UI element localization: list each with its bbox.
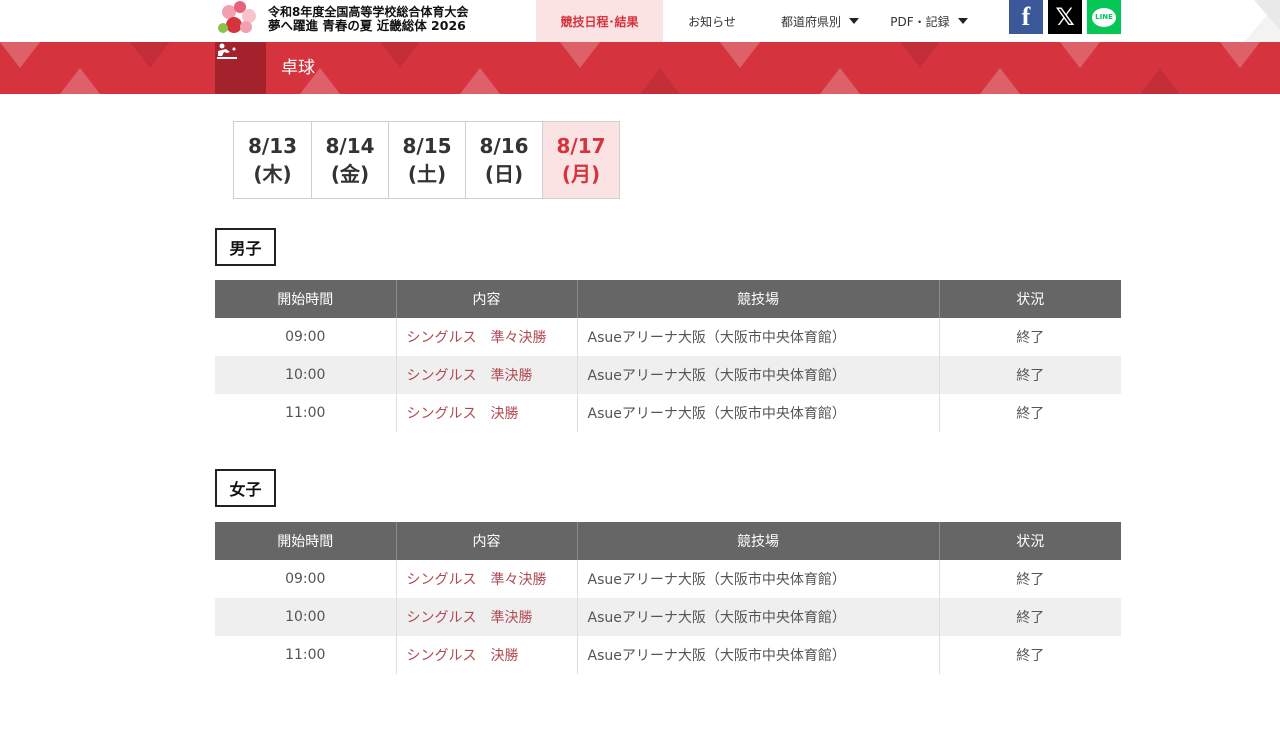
nav-label: 競技日程･結果 (560, 14, 639, 29)
nav-label: お知らせ (688, 14, 736, 29)
date-tabs: 8/13 (木) 8/14 (金) 8/15 (土) 8/16 (日) 8/17… (233, 121, 620, 199)
cell-time: 09:00 (285, 329, 326, 345)
cell-venue: Asueアリーナ大阪（大阪市中央体育館） (576, 636, 939, 674)
date-tab-date: 8/16 (479, 134, 529, 158)
col-header-time: 開始時間 (215, 280, 396, 318)
date-tab-0814[interactable]: 8/14 (金) (311, 122, 388, 198)
date-tab-date: 8/15 (402, 134, 452, 158)
date-tab-0817[interactable]: 8/17 (月) (542, 122, 619, 198)
sport-banner: 卓球 (0, 42, 1280, 94)
cell-event: シングルス 準決勝 (395, 598, 577, 636)
nav-schedule-results[interactable]: 競技日程･結果 (536, 0, 663, 42)
table-row: 10:00 シングルス 準決勝 Asueアリーナ大阪（大阪市中央体育館） 終了 (215, 598, 1121, 636)
cell-status: 終了 (938, 598, 1121, 636)
cell-status: 終了 (938, 636, 1121, 674)
date-tab-day: (金) (330, 162, 370, 186)
table-header-row: 開始時間 内容 競技場 状況 (215, 522, 1121, 560)
cell-event: シングルス 決勝 (395, 394, 577, 432)
cell-event: シングルス 準決勝 (395, 356, 577, 394)
event-link[interactable]: シングルス 準決勝 (407, 610, 533, 626)
nav-label: 都道府県別 (780, 14, 841, 29)
table-row: 09:00 シングルス 準々決勝 Asueアリーナ大阪（大阪市中央体育館） 終了 (215, 560, 1121, 598)
col-header-venue: 競技場 (576, 522, 939, 560)
event-link[interactable]: シングルス 決勝 (407, 406, 519, 422)
caret-down-icon (849, 18, 859, 24)
table-row: 11:00 シングルス 決勝 Asueアリーナ大阪（大阪市中央体育館） 終了 (215, 636, 1121, 674)
site-header: 令和8年度全国高等学校総合体育大会 夢へ躍進 青春の夏 近畿総体 2026 競技… (0, 0, 1280, 42)
nav-pdf-records[interactable]: PDF・記録 (879, 0, 979, 42)
section-label-women: 女子 (215, 469, 276, 507)
col-header-time: 開始時間 (215, 522, 396, 560)
date-tab-date: 8/14 (325, 134, 375, 158)
date-tab-day: (月) (561, 162, 601, 186)
cell-status: 終了 (938, 318, 1121, 356)
logo-title: 令和8年度全国高等学校総合体育大会 (268, 5, 469, 19)
date-tab-0816[interactable]: 8/16 (日) (465, 122, 542, 198)
cell-event: シングルス 準々決勝 (395, 560, 577, 598)
line-icon[interactable]: LINE (1087, 0, 1121, 34)
cell-time: 11:00 (285, 647, 326, 663)
cell-venue: Asueアリーナ大阪（大阪市中央体育館） (576, 598, 939, 636)
date-tab-day: (土) (407, 162, 447, 186)
cell-time: 10:00 (215, 356, 396, 394)
schedule-table-men: 開始時間 内容 競技場 状況 09:00 シングルス 準々決勝 Asueアリーナ… (215, 280, 1121, 432)
cell-time: 11:00 (285, 405, 326, 421)
date-tab-day: (日) (484, 162, 524, 186)
cell-venue: Asueアリーナ大阪（大阪市中央体育館） (576, 394, 939, 432)
date-tab-0815[interactable]: 8/15 (土) (388, 122, 465, 198)
cell-status: 終了 (938, 394, 1121, 432)
event-link[interactable]: シングルス 決勝 (407, 648, 519, 664)
banner-pattern (0, 42, 1260, 94)
table-row: 09:00 シングルス 準々決勝 Asueアリーナ大阪（大阪市中央体育館） 終了 (215, 318, 1121, 356)
table-row: 11:00 シングルス 決勝 Asueアリーナ大阪（大阪市中央体育館） 終了 (215, 394, 1121, 432)
col-header-event: 内容 (395, 522, 577, 560)
facebook-icon[interactable]: f (1009, 0, 1043, 34)
cell-time: 09:00 (285, 571, 326, 587)
logo-subtitle: 夢へ躍進 青春の夏 近畿総体 2026 (268, 18, 466, 33)
cell-time: 10:00 (215, 598, 396, 636)
date-tab-day: (木) (253, 162, 292, 186)
date-tab-0813[interactable]: 8/13 (木) (234, 122, 311, 198)
logo-flower-icon (216, 1, 262, 37)
event-link[interactable]: シングルス 準々決勝 (407, 572, 547, 588)
col-header-event: 内容 (395, 280, 577, 318)
cell-status: 終了 (938, 356, 1121, 394)
table-tennis-icon (215, 42, 266, 94)
cell-venue: Asueアリーナ大阪（大阪市中央体育館） (576, 356, 939, 394)
cell-event: シングルス 準々決勝 (395, 318, 577, 356)
col-header-venue: 競技場 (576, 280, 939, 318)
table-header-row: 開始時間 内容 競技場 状況 (215, 280, 1121, 318)
nav-news[interactable]: お知らせ (663, 0, 761, 42)
table-row: 10:00 シングルス 準決勝 Asueアリーナ大阪（大阪市中央体育館） 終了 (215, 356, 1121, 394)
event-link[interactable]: シングルス 準決勝 (407, 368, 533, 384)
site-logo[interactable]: 令和8年度全国高等学校総合体育大会 夢へ躍進 青春の夏 近畿総体 2026 (216, 0, 468, 38)
col-header-status: 状況 (938, 522, 1121, 560)
page-title: 卓球 (281, 58, 315, 78)
event-link[interactable]: シングルス 準々決勝 (407, 330, 547, 346)
date-tab-date: 8/13 (247, 134, 298, 158)
date-tab-date: 8/17 (556, 134, 606, 158)
section-label-men: 男子 (215, 228, 276, 266)
x-twitter-icon[interactable]: 𝕏 (1048, 0, 1082, 34)
header-decoration (1234, 0, 1280, 42)
cell-venue: Asueアリーナ大阪（大阪市中央体育館） (576, 560, 939, 598)
schedule-table-women: 開始時間 内容 競技場 状況 09:00 シングルス 準々決勝 Asueアリーナ… (215, 522, 1121, 674)
line-icon-label: LINE (1092, 7, 1116, 27)
main-nav: 競技日程･結果 お知らせ 都道府県別 PDF・記録 (536, 0, 979, 42)
nav-prefectures[interactable]: 都道府県別 (761, 0, 879, 42)
col-header-status: 状況 (938, 280, 1121, 318)
cell-event: シングルス 決勝 (395, 636, 577, 674)
nav-label: PDF・記録 (890, 14, 950, 29)
cell-venue: Asueアリーナ大阪（大阪市中央体育館） (576, 318, 939, 356)
caret-down-icon (957, 18, 968, 24)
cell-status: 終了 (938, 560, 1121, 598)
